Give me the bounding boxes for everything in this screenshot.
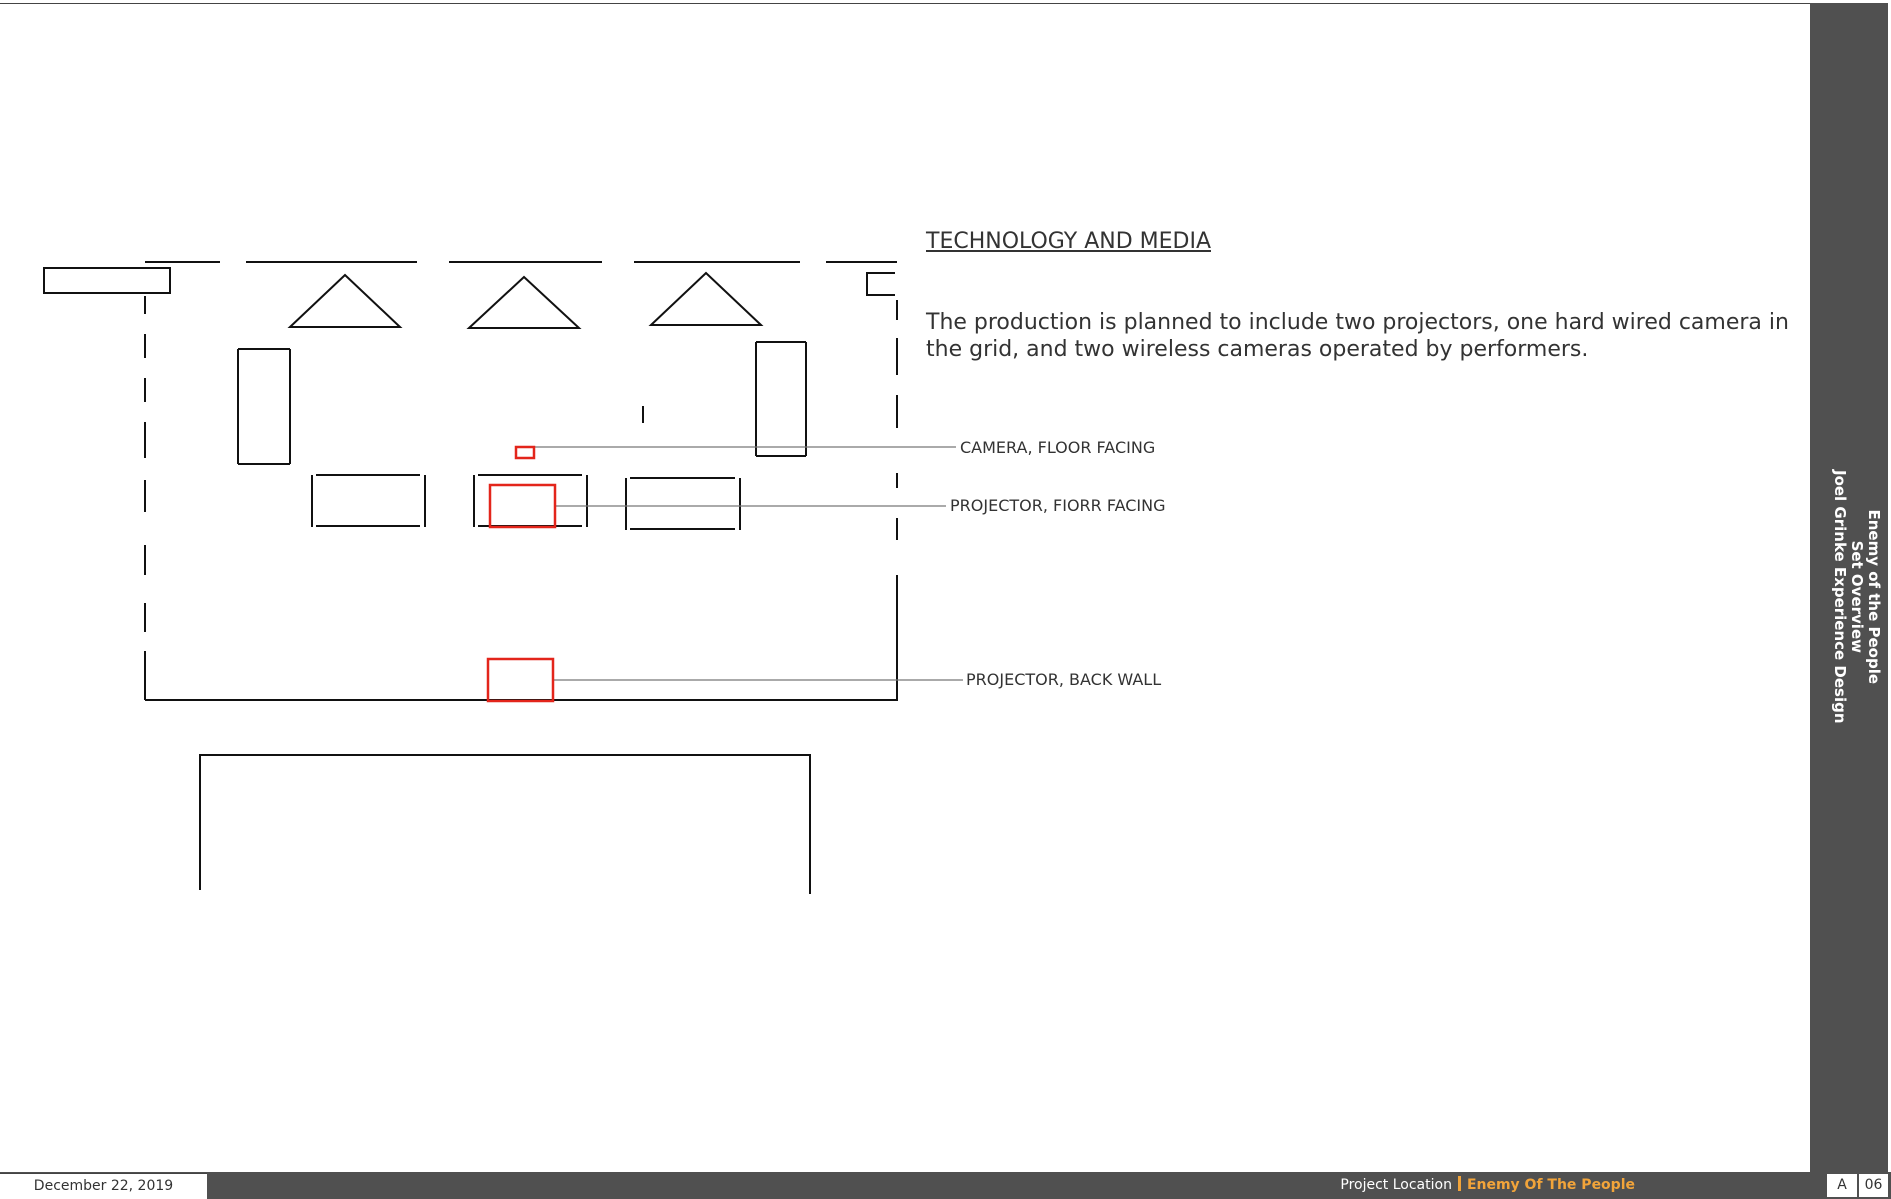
location-label: Project Location (1340, 1177, 1452, 1193)
footer-date: December 22, 2019 (0, 1173, 207, 1199)
separator (1457, 1176, 1461, 1191)
audience-area (199, 754, 811, 894)
sheet-number: 06 (1859, 1174, 1888, 1197)
bench-top-left (43, 267, 171, 294)
camera-callout: CAMERA, FLOOR FACING (960, 438, 1156, 457)
projector-back-icon (486, 657, 555, 703)
section-description: The production is planned to include two… (926, 310, 1789, 362)
wall-bracket (866, 272, 895, 296)
camera-icon (514, 445, 536, 460)
floor-plan-diagram (43, 261, 963, 894)
sidebar-sheet-title: Set Overview (1848, 540, 1866, 653)
triangle-flat-1 (287, 273, 403, 328)
projector-back-callout: PROJECTOR, BACK WALL (966, 670, 1162, 689)
project-name: Enemy Of The People (1466, 1177, 1635, 1193)
footer-project-location: Project Location Enemy Of The People (1340, 1173, 1635, 1198)
sidebar-company: Joel Grinke Experience Design (1831, 470, 1849, 724)
sidebar-project-title: Enemy of the People (1865, 509, 1883, 685)
sheet-letter: A (1827, 1174, 1857, 1197)
triangle-flat-2 (466, 275, 582, 329)
triangle-flat-3 (648, 271, 764, 326)
section-heading: TECHNOLOGY AND MEDIA (926, 229, 1211, 254)
projector-floor-callout: PROJECTOR, FIORR FACING (950, 496, 1166, 515)
projector-floor-icon (488, 483, 557, 529)
